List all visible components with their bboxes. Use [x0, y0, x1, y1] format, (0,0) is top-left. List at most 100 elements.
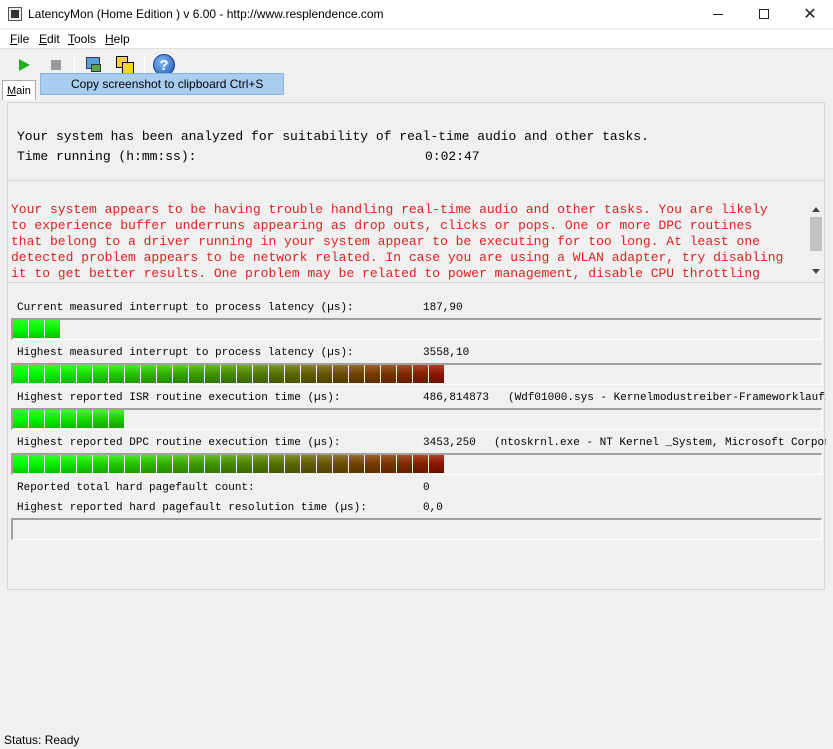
bar-segment [45, 410, 60, 428]
bar-segment [381, 455, 396, 473]
menu-tools[interactable]: Tools [68, 32, 96, 46]
menu-help[interactable]: Help [105, 32, 130, 46]
bar-segment [413, 365, 428, 383]
copy-icon [115, 55, 135, 75]
scroll-down-icon[interactable] [812, 269, 820, 274]
copy-screenshot-tooltip: Copy screenshot to clipboard Ctrl+S [40, 73, 284, 95]
bar-segment [397, 365, 412, 383]
bar-segment [221, 365, 236, 383]
minimize-button[interactable] [695, 0, 741, 28]
bar-segment [45, 320, 60, 338]
bar-segment [13, 410, 28, 428]
bar-segment [317, 455, 332, 473]
play-icon [18, 59, 30, 71]
bar-segment [333, 455, 348, 473]
bar-fill [13, 455, 444, 473]
minimize-icon [713, 13, 723, 15]
bar-segment [29, 365, 44, 383]
bar-segment [93, 455, 108, 473]
current-latency-bar [11, 318, 822, 340]
highest-latency-bar [11, 363, 822, 385]
title-bar: LatencyMon (Home Edition ) v 6.00 - http… [0, 0, 833, 28]
current-latency-label: Current measured interrupt to process la… [17, 302, 354, 314]
bar-segment [189, 365, 204, 383]
bar-segment [125, 365, 140, 383]
summary-text: Your system has been analyzed for suitab… [17, 129, 649, 144]
bar-segment [45, 455, 60, 473]
menu-edit[interactable]: Edit [39, 32, 60, 46]
current-latency-value: 187,90 [423, 302, 463, 314]
bar-segment [13, 365, 28, 383]
bar-segment [29, 410, 44, 428]
scroll-up-icon[interactable] [812, 207, 820, 212]
bar-segment [365, 365, 380, 383]
app-icon [8, 7, 22, 21]
bar-segment [301, 365, 316, 383]
stop-icon [51, 60, 61, 70]
pagefault-time-label: Highest reported hard pagefault resoluti… [17, 502, 367, 514]
maximize-button[interactable] [741, 0, 787, 28]
bar-segment [269, 365, 284, 383]
start-button[interactable] [12, 53, 36, 77]
scroll-thumb[interactable] [810, 217, 822, 251]
bar-segment [237, 455, 252, 473]
menu-bar: File Edit Tools Help [0, 30, 833, 48]
summary-section: Your system has been analyzed for suitab… [8, 103, 824, 181]
dpc-time-label: Highest reported DPC routine execution t… [17, 437, 341, 449]
close-icon: ✕ [803, 6, 817, 23]
bar-segment [61, 455, 76, 473]
bar-segment [45, 365, 60, 383]
dpc-driver: (ntoskrnl.exe - NT Kernel _System, Micro… [494, 437, 826, 449]
bar-segment [77, 365, 92, 383]
warning-section: Your system appears to be having trouble… [8, 182, 824, 283]
status-bar: Status: Ready [4, 733, 80, 747]
bar-segment [93, 365, 108, 383]
bar-segment [285, 365, 300, 383]
time-running-label: Time running (h:mm:ss): [17, 149, 197, 164]
pagefault-time-bar [11, 518, 822, 540]
bar-segment [253, 455, 268, 473]
bar-segment [157, 455, 172, 473]
bar-segment [93, 410, 108, 428]
bar-segment [285, 455, 300, 473]
bar-segment [349, 455, 364, 473]
dpc-time-value: 3453,250 [423, 437, 476, 449]
bar-segment [61, 410, 76, 428]
tools-icon [85, 56, 103, 74]
bar-segment [429, 365, 444, 383]
bar-segment [29, 320, 44, 338]
bar-segment [141, 365, 156, 383]
bar-segment [237, 365, 252, 383]
isr-time-label: Highest reported ISR routine execution t… [17, 392, 341, 404]
pagefault-count-label: Reported total hard pagefault count: [17, 482, 255, 494]
bar-segment [77, 410, 92, 428]
bar-segment [173, 365, 188, 383]
bar-segment [109, 410, 124, 428]
bar-segment [317, 365, 332, 383]
close-button[interactable]: ✕ [787, 0, 833, 28]
isr-time-bar [11, 408, 822, 430]
warning-scrollbar[interactable] [808, 203, 824, 281]
bar-segment [157, 365, 172, 383]
bar-segment [349, 365, 364, 383]
bar-segment [61, 365, 76, 383]
tab-main[interactable]: Main [2, 80, 36, 100]
bar-segment [13, 455, 28, 473]
bar-segment [189, 455, 204, 473]
bar-segment [109, 365, 124, 383]
bar-fill [13, 365, 444, 383]
menu-file[interactable]: File [10, 32, 29, 46]
bar-segment [77, 455, 92, 473]
dpc-time-bar [11, 453, 822, 475]
warning-line: to experience buffer underruns appearing… [11, 218, 753, 233]
bar-segment [413, 455, 428, 473]
warning-line: it to get better results. One problem ma… [11, 266, 760, 280]
bar-segment [205, 455, 220, 473]
bar-segment [301, 455, 316, 473]
warning-line: Your system appears to be having trouble… [11, 202, 768, 217]
warning-message: Your system appears to be having trouble… [11, 202, 807, 280]
bar-segment [109, 455, 124, 473]
bar-segment [13, 320, 28, 338]
bar-segment [29, 455, 44, 473]
bar-segment [173, 455, 188, 473]
